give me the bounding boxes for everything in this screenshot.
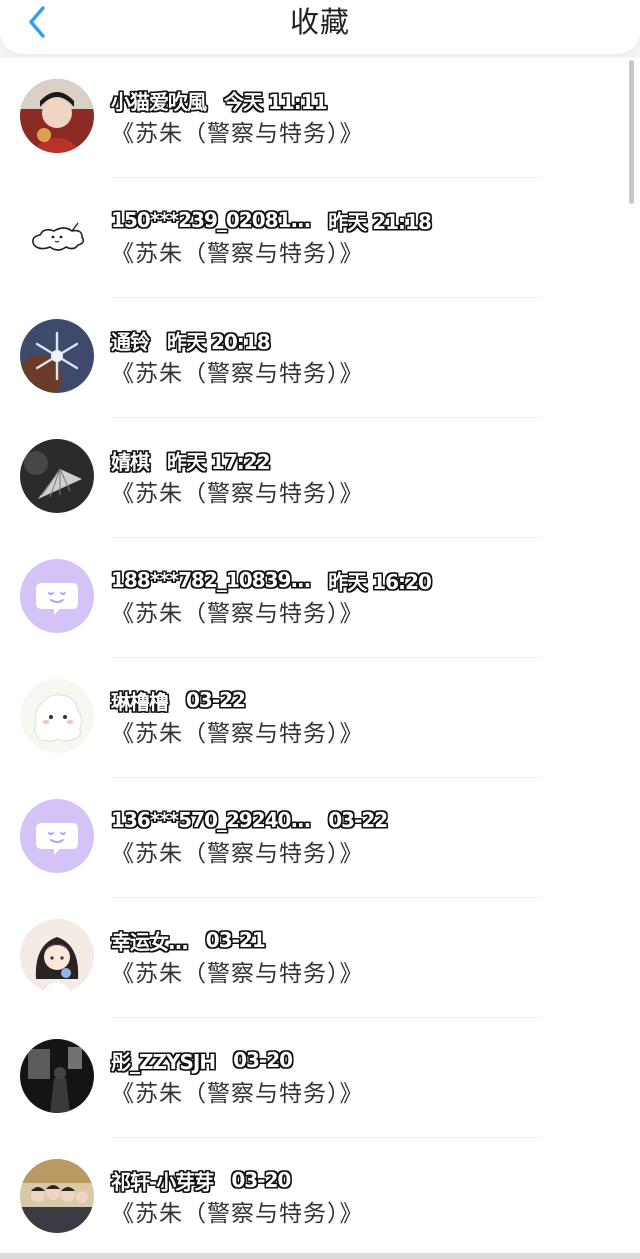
list-item[interactable]: 彤_ZZYSJH 03-20 《苏朱（警察与特务）》 — [0, 1018, 640, 1138]
timestamp: 昨天 20:18 — [167, 329, 271, 354]
book-title: 《苏朱（警察与特务）》 — [111, 1201, 364, 1227]
book-title: 《苏朱（警察与特务）》 — [111, 241, 364, 267]
list-item[interactable]: 150***239_02081... 昨天 21:18 《苏朱（警察与特务）》 — [0, 178, 640, 298]
list-item[interactable]: 通铃 昨天 20:18 《苏朱（警察与特务）》 — [0, 298, 640, 418]
book-title: 《苏朱（警察与特务）》 — [111, 361, 364, 387]
book-title: 《苏朱（警察与特务）》 — [111, 721, 364, 747]
list-item[interactable]: 琳橹橹 03-22 《苏朱（警察与特务）》 — [0, 658, 640, 778]
avatar[interactable] — [20, 1159, 94, 1233]
avatar[interactable] — [20, 559, 94, 633]
avatar[interactable] — [20, 199, 94, 273]
user-name: 琳橹橹 — [111, 689, 169, 714]
list-item[interactable]: 136***570_29240... 03-22 《苏朱（警察与特务）》 — [0, 778, 640, 898]
avatar[interactable] — [20, 919, 94, 993]
page-title: 收藏 — [289, 5, 350, 39]
book-title: 《苏朱（警察与特务）》 — [111, 121, 364, 147]
list-item[interactable]: 祁轩-小芽芽 03-20 《苏朱（警察与特务）》 — [0, 1138, 640, 1258]
avatar[interactable] — [20, 679, 94, 753]
ghost-icon — [20, 679, 94, 753]
list-item[interactable]: 幸运女... 03-21 《苏朱（警察与特务）》 — [0, 898, 640, 1018]
user-name: 幸运女... — [111, 929, 189, 954]
avatar[interactable] — [20, 439, 94, 513]
user-name: 136***570_29240... — [111, 808, 311, 832]
avatar[interactable] — [20, 799, 94, 873]
timestamp: 03-21 — [205, 928, 266, 952]
timestamp: 03-20 — [233, 1048, 293, 1072]
scrollbar[interactable] — [629, 60, 634, 204]
chat-bubble-icon — [20, 799, 94, 873]
avatar[interactable] — [20, 319, 94, 393]
book-title: 《苏朱（警察与特务）》 — [111, 481, 364, 507]
user-name: 婧棋 — [111, 449, 150, 474]
bottom-edge — [0, 1253, 640, 1259]
top-bar: 收藏 — [0, 0, 640, 54]
user-name: 小猫爱吹風 — [111, 89, 207, 114]
user-name: 150***239_02081... — [111, 208, 311, 232]
chat-bubble-icon — [20, 559, 94, 633]
book-title: 《苏朱（警察与特务）》 — [111, 961, 364, 987]
avatar[interactable] — [20, 79, 94, 153]
timestamp: 昨天 21:18 — [328, 209, 432, 234]
list-item[interactable]: 小猫爱吹風 今天 11:11 《苏朱（警察与特务）》 — [0, 58, 640, 178]
list-item[interactable]: 婧棋 昨天 17:22 《苏朱（警察与特务）》 — [0, 418, 640, 538]
timestamp: 03-20 — [231, 1168, 291, 1192]
timestamp: 昨天 17:22 — [167, 449, 271, 474]
user-name: 188***782_10839... — [111, 568, 311, 592]
timestamp: 03-22 — [328, 808, 388, 832]
list-item[interactable]: 188***782_10839... 昨天 16:20 《苏朱（警察与特务）》 — [0, 538, 640, 658]
book-title: 《苏朱（警察与特务）》 — [111, 1081, 364, 1107]
user-name: 彤_ZZYSJH — [111, 1049, 216, 1074]
timestamp: 昨天 16:20 — [328, 569, 432, 594]
timestamp: 03-22 — [186, 688, 246, 712]
favorites-list[interactable]: 小猫爱吹風 今天 11:11 《苏朱（警察与特务）》 150***239_020… — [0, 58, 640, 1259]
user-name: 祁轩-小芽芽 — [111, 1169, 214, 1194]
timestamp: 今天 11:11 — [224, 89, 328, 114]
favorites-screen: 收藏 小猫爱吹風 今天 11:11 《苏朱（警察与特务）》 150***239_… — [0, 0, 640, 1259]
user-name: 通铃 — [111, 329, 150, 354]
book-title: 《苏朱（警察与特务）》 — [111, 841, 364, 867]
book-title: 《苏朱（警察与特务）》 — [111, 601, 364, 627]
avatar[interactable] — [20, 1039, 94, 1113]
